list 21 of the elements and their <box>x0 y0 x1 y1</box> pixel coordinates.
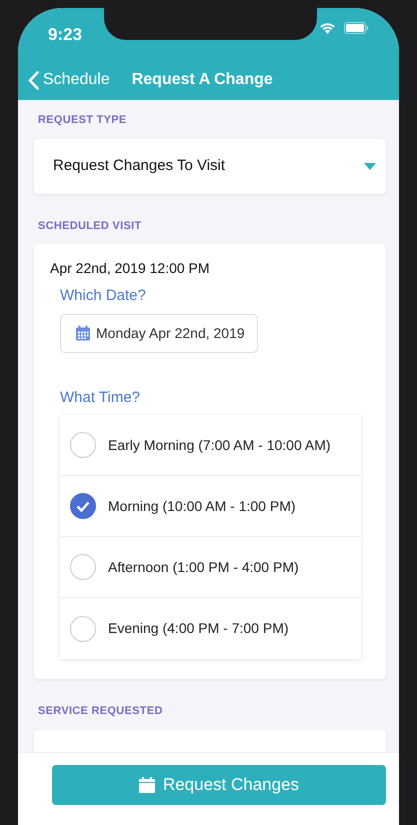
section-label: SCHEDULED VISIT <box>37 218 143 234</box>
caret-icon <box>364 162 376 170</box>
time-question: What Time? <box>60 388 142 408</box>
date-question: Which Date? <box>60 286 147 306</box>
checkmark-icon <box>76 500 90 512</box>
current-visit-time: Apr 22nd, 2019 12:00 PM <box>50 259 211 278</box>
time-option[interactable]: Morning (10:00 AM - 1:00 PM) <box>60 476 361 537</box>
section-label: SERVICE REQUESTED <box>37 704 164 719</box>
time-option[interactable]: Early Morning (7:00 AM - 10:00 AM) <box>60 415 361 476</box>
time-option[interactable]: Afternoon (1:00 PM - 4:00 PM) <box>60 537 361 598</box>
page-title: Request A Change <box>132 70 273 90</box>
date-picker-button[interactable]: Monday Apr 22nd, 2019 <box>60 314 258 352</box>
battery-icon <box>344 22 369 34</box>
calendar-icon <box>138 777 155 793</box>
chevron-left-icon <box>28 70 39 90</box>
wifi-icon <box>319 22 336 34</box>
section-label: REQUEST TYPE <box>37 113 128 128</box>
status-time: 9:23 <box>48 24 82 46</box>
calendar-icon <box>75 325 91 341</box>
time-option[interactable]: Evening (4:00 PM - 7:00 PM) <box>60 598 361 659</box>
request-type-select[interactable]: Request Changes To Visit <box>34 138 386 194</box>
